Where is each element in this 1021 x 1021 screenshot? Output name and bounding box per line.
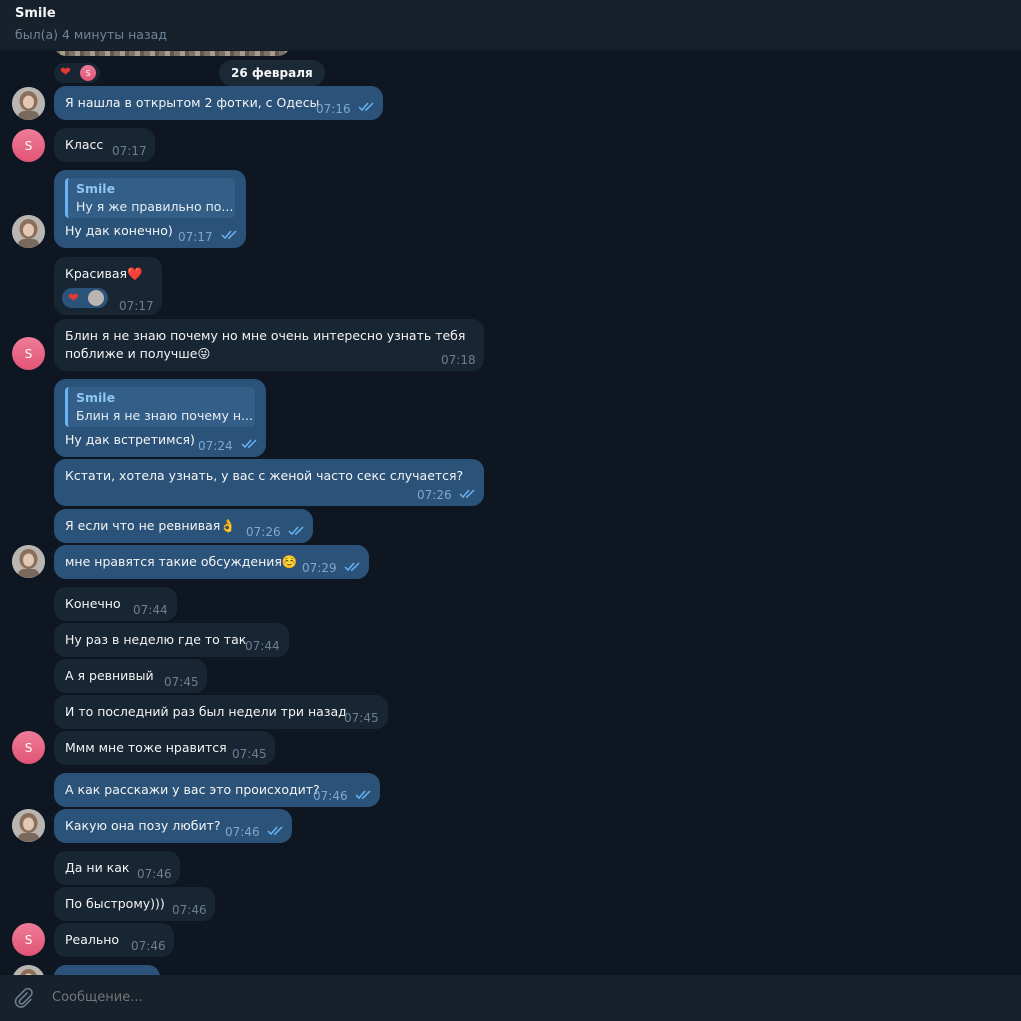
message-reactions[interactable]: ❤ [62,288,108,308]
contact-avatar[interactable]: S [12,923,45,956]
read-checkmarks-icon [459,489,475,499]
message-bubble[interactable]: Конечно 07:44 [54,587,177,621]
message-bubble[interactable]: Ммм мне тоже нравится 07:45 [54,731,275,765]
read-checkmarks-icon [267,826,283,836]
photo-reactions[interactable]: ❤ S [54,63,100,83]
message-bubble[interactable]: А как расскажи у вас это происходит? 07:… [54,773,380,807]
message-bubble[interactable]: Ну раз в неделю где то так 07:44 [54,623,289,657]
read-checkmarks-icon [344,562,360,572]
date-separator: 26 февраля [219,60,325,86]
attach-paperclip-icon[interactable] [12,987,34,1009]
last-seen-status: был(а) 4 минуты назад [15,27,167,42]
heart-reaction-icon: ❤ [68,291,79,306]
reaction-avatar [88,290,104,306]
read-checkmarks-icon [358,102,374,112]
reply-preview[interactable]: Smile Блин я не знаю почему н... [65,387,255,427]
avatar-photo-icon [12,87,45,120]
message-bubble[interactable]: А я ревнивый 07:45 [54,659,207,693]
message-bubble[interactable]: И то последний раз был недели три назад … [54,695,388,729]
message-bubble[interactable]: Smile Ну я же правильно по... Ну дак кон… [54,170,246,248]
my-avatar[interactable] [12,87,45,120]
photo-message-fragment[interactable] [54,51,290,56]
message-bubble[interactable]: мне нравятся такие обсуждения☺️ 07:29 [54,545,369,579]
message-bubble-partial[interactable] [54,965,160,975]
chat-header[interactable]: Smile был(а) 4 минуты назад [0,0,1021,51]
my-avatar[interactable] [12,215,45,248]
message-bubble[interactable]: Я нашла в открытом 2 фотки, с Одесы 07:1… [54,86,383,120]
message-bubble[interactable]: Красивая❤️ ❤ 07:17 [54,257,162,315]
avatar-photo-icon [12,545,45,578]
avatar-photo-icon [12,809,45,842]
message-bubble[interactable]: Какую она позу любит? 07:46 [54,809,292,843]
message-bubble[interactable]: Я если что не ревнивая👌 07:26 [54,509,313,543]
heart-reaction-icon: ❤ [60,65,71,80]
read-checkmarks-icon [221,230,237,240]
message-bubble[interactable]: По быстрому))) 07:46 [54,887,215,921]
message-bubble[interactable]: Smile Блин я не знаю почему н... Ну дак … [54,379,266,457]
message-list[interactable]: ❤ S 26 февраля Я нашла в открытом 2 фотк… [0,51,1021,975]
chat-title: Smile [15,6,56,21]
reply-preview[interactable]: Smile Ну я же правильно по... [65,178,235,218]
contact-avatar[interactable]: S [12,129,45,162]
message-bubble[interactable]: Реально 07:46 [54,923,174,957]
my-avatar[interactable] [12,809,45,842]
read-checkmarks-icon [288,526,304,536]
message-input[interactable] [50,989,954,1006]
message-bubble[interactable]: Кстати, хотела узнать, у вас с женой час… [54,459,484,506]
message-composer [0,975,1021,1021]
my-avatar[interactable] [12,545,45,578]
contact-avatar[interactable]: S [12,337,45,370]
message-bubble[interactable]: Класс 07:17 [54,128,155,162]
message-bubble[interactable]: Блин я не знаю почему но мне очень интер… [54,319,484,371]
avatar-photo-icon [12,215,45,248]
message-bubble[interactable]: Да ни как 07:46 [54,851,180,885]
contact-avatar[interactable]: S [12,731,45,764]
read-checkmarks-icon [241,439,257,449]
reaction-avatar: S [80,65,96,81]
my-avatar[interactable] [12,965,45,975]
avatar-photo-icon [12,965,45,975]
read-checkmarks-icon [355,790,371,800]
